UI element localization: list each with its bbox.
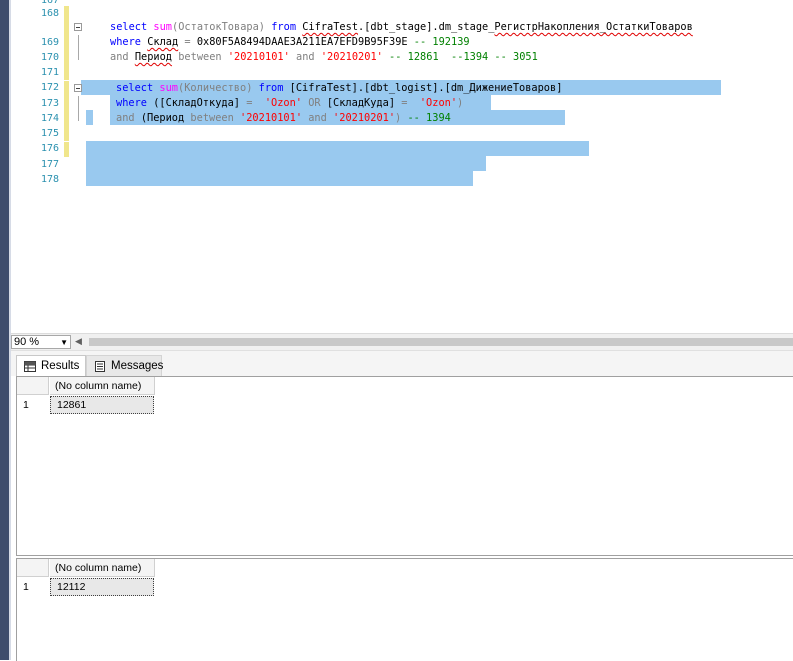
tab-results-label: Results <box>41 360 80 372</box>
editor-line: 172 <box>11 65 793 125</box>
fold-guide <box>78 111 79 121</box>
change-marker <box>64 81 69 96</box>
query-editor[interactable]: 167 168 169 select sum(ОстатокТовара) fr… <box>11 0 793 333</box>
editor-line: 176 <box>11 126 793 154</box>
result-cell[interactable]: 12861 <box>50 396 154 414</box>
code-text: select sum(Количество) from [CifraTest].… <box>116 82 563 94</box>
code-text: and Период between '20210101' and '20210… <box>110 51 538 63</box>
change-marker <box>64 35 69 50</box>
editor-line: 174 where ([СкладОткуда] = 'Ozon' OR [Ск… <box>11 96 793 171</box>
collapse-icon[interactable] <box>74 84 82 92</box>
code-text: where Склад = 0x80F5A8494DAAE3A211EA7EFD… <box>110 36 470 48</box>
change-marker <box>64 142 69 157</box>
line-number: 168 <box>40 8 59 19</box>
editor-line: 171 and Период between '20210101' and '2… <box>11 50 793 125</box>
editor-line: 170 where Склад = 0x80F5A8494DAAE3A211EA… <box>11 35 793 110</box>
grid-icon <box>24 361 36 372</box>
fold-guide <box>78 96 79 111</box>
tab-messages-label: Messages <box>111 360 164 372</box>
change-marker <box>64 50 69 65</box>
change-marker <box>64 20 69 35</box>
fold-guide <box>78 50 79 60</box>
result-grid[interactable]: (No column name) 1 12112 <box>16 558 793 661</box>
editor-line: 169 select sum(ОстатокТовара) from Cifra… <box>11 20 793 95</box>
row-number[interactable]: 1 <box>17 396 49 414</box>
change-marker <box>64 65 69 80</box>
result-cell[interactable]: 12112 <box>50 578 154 596</box>
scroll-left-icon[interactable]: ◀ <box>75 336 82 347</box>
selection-highlight <box>86 171 473 186</box>
editor-line: 177 <box>11 142 793 170</box>
fold-guide <box>78 35 79 50</box>
column-header[interactable]: (No column name) <box>50 559 155 577</box>
grid-corner[interactable] <box>17 377 49 395</box>
line-number: 178 <box>40 174 59 185</box>
results-pane: (No column name) 1 12861 (No column name… <box>11 376 793 661</box>
dropdown-arrow-icon: ▼ <box>60 338 68 347</box>
messages-icon <box>95 361 105 372</box>
result-grid[interactable]: (No column name) 1 12861 <box>16 376 793 556</box>
column-header[interactable]: (No column name) <box>50 377 155 395</box>
results-tabbar: Results Messages <box>11 350 793 377</box>
editor-line: 173 select sum(Количество) from [CifraTe… <box>11 81 793 156</box>
collapse-icon[interactable] <box>74 23 82 31</box>
code-text: select sum(ОстатокТовара) from CifraTest… <box>110 21 693 33</box>
editor-line: 168 <box>11 6 793 21</box>
change-marker <box>64 111 69 126</box>
change-marker <box>64 6 69 21</box>
change-marker <box>64 126 69 141</box>
change-marker <box>64 96 69 111</box>
zoom-value: 90 % <box>14 336 40 348</box>
tab-messages[interactable]: Messages <box>86 355 164 376</box>
horizontal-scrollbar-thumb[interactable] <box>89 338 793 346</box>
tab-results[interactable]: Results <box>16 355 86 376</box>
code-text: where ([СкладОткуда] = 'Ozon' OR [СкладК… <box>116 97 464 109</box>
editor-line: 178 <box>11 157 793 185</box>
editor-status-bar: 90 % ▼ ◀ <box>11 333 793 350</box>
code-text: and (Период between '20210101' and '2021… <box>116 112 451 124</box>
row-number[interactable]: 1 <box>17 578 49 596</box>
grid-corner[interactable] <box>17 559 49 577</box>
window-left-border <box>0 0 9 660</box>
zoom-dropdown[interactable]: 90 % ▼ <box>11 335 71 349</box>
editor-line: 175 and (Период between '20210101' and '… <box>11 111 793 186</box>
